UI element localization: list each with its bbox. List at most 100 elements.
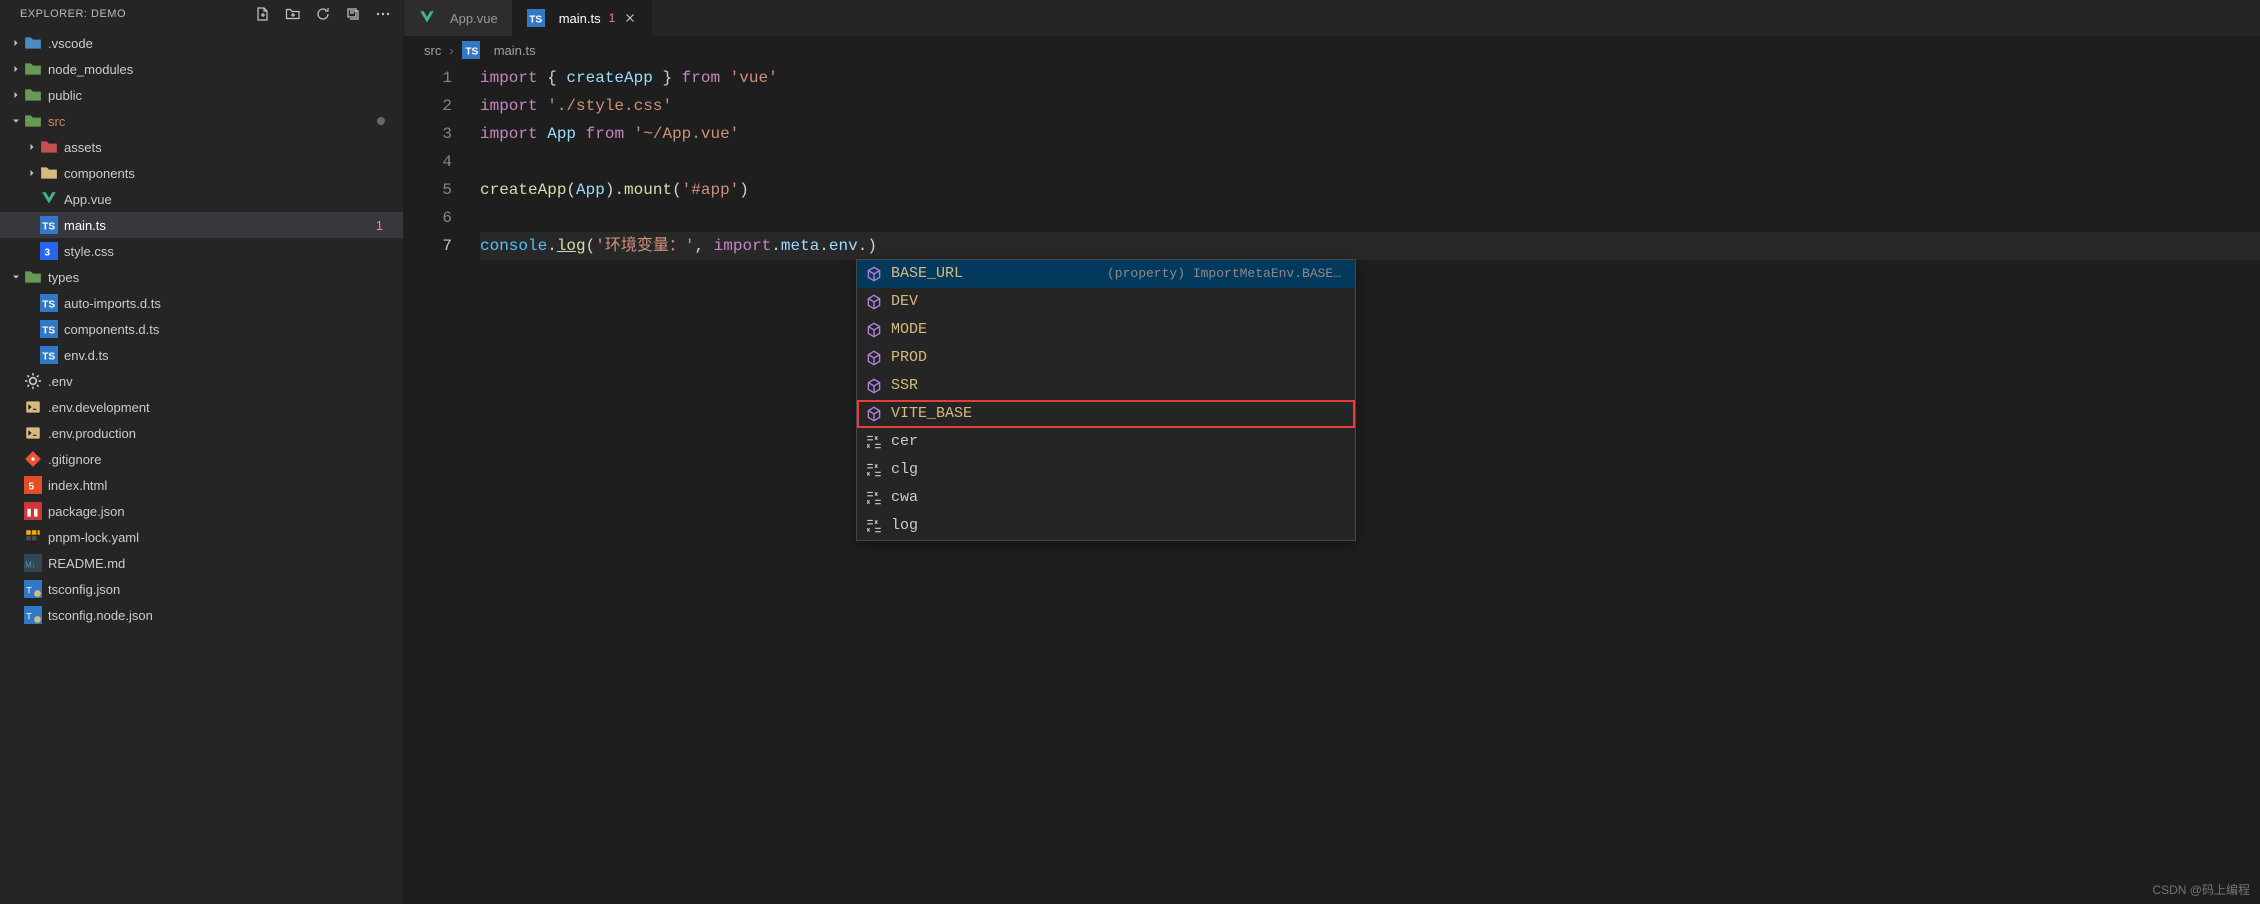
folder-green-icon <box>24 268 42 286</box>
suggestion-item[interactable]: DEV <box>857 288 1355 316</box>
line-number: 4 <box>404 148 452 176</box>
folder-green-icon <box>24 60 42 78</box>
chevron-right-icon[interactable] <box>24 139 40 155</box>
file-item[interactable]: Ttsconfig.json <box>0 576 403 602</box>
gear-icon <box>24 372 42 390</box>
code-line[interactable]: import App from '~/App.vue' <box>480 120 2260 148</box>
tree-item-label: .env <box>48 374 73 389</box>
chevron-right-icon: › <box>449 43 453 58</box>
chevron-right-icon[interactable] <box>8 35 24 51</box>
tsconf-icon: T <box>24 606 42 624</box>
file-item[interactable]: M↓README.md <box>0 550 403 576</box>
tree-item-label: style.css <box>64 244 114 259</box>
file-item[interactable]: App.vue <box>0 186 403 212</box>
svg-text:3: 3 <box>45 248 51 259</box>
intellisense-popup[interactable]: BASE_URL(property) ImportMetaEnv.BASE_UR… <box>856 259 1356 541</box>
suggestion-label: VITE_BASE <box>891 400 972 428</box>
file-tree[interactable]: .vscode node_modulespublicsrc assets compon… <box>0 28 403 904</box>
file-item[interactable]: package.json <box>0 498 403 524</box>
ts-icon: TS <box>527 10 545 26</box>
chevron-right-icon[interactable] <box>8 87 24 103</box>
code-line[interactable] <box>480 204 2260 232</box>
folder-item[interactable]: assets <box>0 134 403 160</box>
property-icon <box>865 377 883 395</box>
file-item[interactable]: .env <box>0 368 403 394</box>
suggestion-item[interactable]: PROD <box>857 344 1355 372</box>
folder-green-icon <box>24 112 42 130</box>
chevron-right-icon <box>8 477 24 493</box>
suggestion-item[interactable]: clg <box>857 456 1355 484</box>
env-icon <box>24 424 42 442</box>
folder-item[interactable]: types <box>0 264 403 290</box>
svg-text:TS: TS <box>529 15 542 26</box>
code-line[interactable]: createApp(App).mount('#app') <box>480 176 2260 204</box>
code-content[interactable]: import { createApp } from 'vue'import '.… <box>480 64 2260 260</box>
breadcrumb-seg[interactable]: main.ts <box>494 43 536 58</box>
suggestion-item[interactable]: SSR <box>857 372 1355 400</box>
file-item[interactable]: 5index.html <box>0 472 403 498</box>
folder-yellow-icon <box>40 164 58 182</box>
new-file-icon[interactable] <box>255 6 271 22</box>
suggestion-item[interactable]: BASE_URL(property) ImportMetaEnv.BASE_UR… <box>857 260 1355 288</box>
editor-tab[interactable]: TSmain.ts1 <box>513 0 653 36</box>
suggestion-item[interactable]: VITE_BASE <box>857 400 1355 428</box>
code-line[interactable] <box>480 148 2260 176</box>
tsconf-icon: T <box>24 580 42 598</box>
suggestion-label: MODE <box>891 316 927 344</box>
code-line[interactable]: import './style.css' <box>480 92 2260 120</box>
tree-item-label: assets <box>64 140 102 155</box>
file-item[interactable]: .env.development <box>0 394 403 420</box>
tree-item-label: .vscode <box>48 36 93 51</box>
md-icon: M↓ <box>24 554 42 572</box>
file-item[interactable]: TSenv.d.ts <box>0 342 403 368</box>
folder-item[interactable]: components <box>0 160 403 186</box>
new-folder-icon[interactable] <box>285 6 301 22</box>
tree-item-label: components <box>64 166 135 181</box>
folder-item[interactable]: .vscode <box>0 30 403 56</box>
line-number: 7 <box>404 232 452 260</box>
ts-icon: TS <box>40 216 58 234</box>
chevron-right-icon <box>8 373 24 389</box>
file-item[interactable]: TSmain.ts1 <box>0 212 403 238</box>
chevron-down-icon[interactable] <box>8 269 24 285</box>
tab-bar: App.vueTSmain.ts1 <box>404 0 2260 36</box>
env-icon <box>24 398 42 416</box>
refresh-icon[interactable] <box>315 6 331 22</box>
editor-tab[interactable]: App.vue <box>404 0 513 36</box>
breadcrumbs[interactable]: src › TS main.ts <box>404 36 2260 64</box>
folder-blue-icon <box>24 34 42 52</box>
code-line[interactable]: console.log('环境变量：', import.meta.env.) <box>480 232 2260 260</box>
chevron-right-icon[interactable] <box>8 61 24 77</box>
property-icon <box>865 405 883 423</box>
svg-text:TS: TS <box>42 300 55 311</box>
code-editor[interactable]: 1234567 import { createApp } from 'vue'i… <box>404 64 2260 904</box>
folder-item[interactable]: public <box>0 82 403 108</box>
breadcrumb-seg[interactable]: src <box>424 43 441 58</box>
error-badge: 1 <box>376 218 391 233</box>
snippet-icon <box>865 489 883 507</box>
file-item[interactable]: .env.production <box>0 420 403 446</box>
suggestion-item[interactable]: cwa <box>857 484 1355 512</box>
suggestion-item[interactable]: cer <box>857 428 1355 456</box>
chevron-down-icon[interactable] <box>8 113 24 129</box>
folder-red-icon <box>40 138 58 156</box>
line-number: 5 <box>404 176 452 204</box>
file-item[interactable]: Ttsconfig.node.json <box>0 602 403 628</box>
folder-item[interactable]: src <box>0 108 403 134</box>
svg-text:TS: TS <box>42 352 55 363</box>
close-icon[interactable] <box>623 11 637 25</box>
file-item[interactable]: pnpm-lock.yaml <box>0 524 403 550</box>
file-item[interactable]: 3 style.css <box>0 238 403 264</box>
file-item[interactable]: TS auto-imports.d.ts <box>0 290 403 316</box>
code-line[interactable]: import { createApp } from 'vue' <box>480 64 2260 92</box>
chevron-right-icon[interactable] <box>24 165 40 181</box>
suggestion-item[interactable]: MODE <box>857 316 1355 344</box>
tree-item-label: auto-imports.d.ts <box>64 296 161 311</box>
folder-item[interactable]: node_modules <box>0 56 403 82</box>
collapse-all-icon[interactable] <box>345 6 361 22</box>
suggestion-item[interactable]: log <box>857 512 1355 540</box>
more-icon[interactable] <box>375 6 391 22</box>
chevron-right-icon <box>8 451 24 467</box>
file-item[interactable]: TScomponents.d.ts <box>0 316 403 342</box>
file-item[interactable]: .gitignore <box>0 446 403 472</box>
